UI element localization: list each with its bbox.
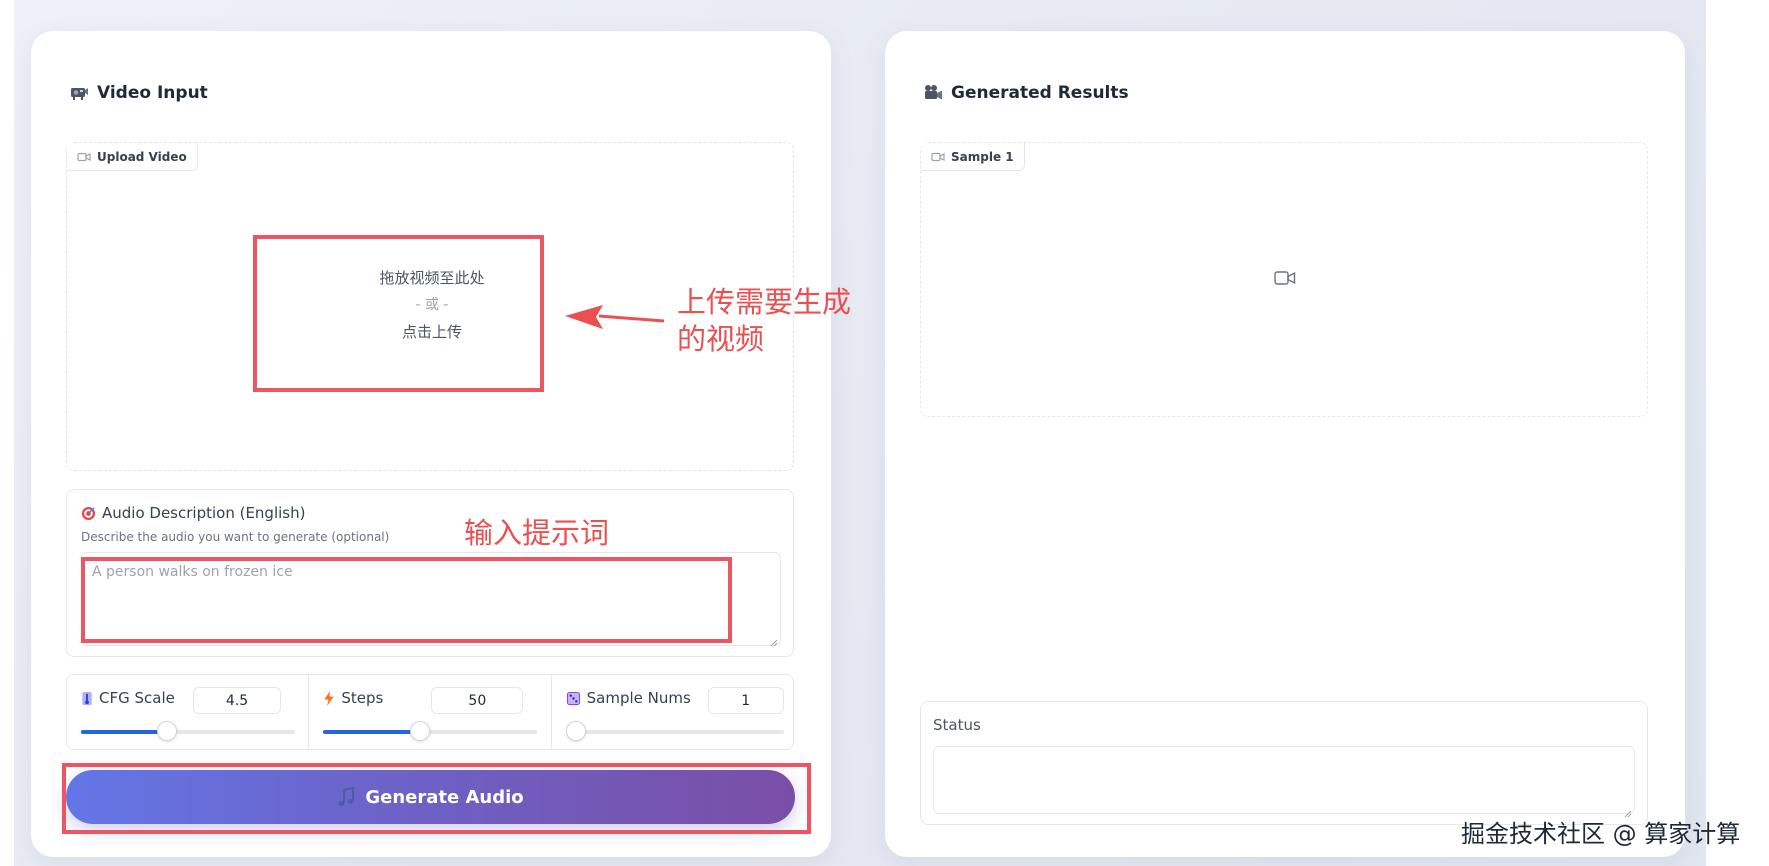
upload-video-label-text: Upload Video [97,149,187,164]
sample-nums-slider-thumb[interactable] [565,721,586,741]
video-camera-icon [931,151,945,163]
audio-description-label-text: Audio Description (English) [102,504,306,522]
dice-icon [566,691,581,706]
steps-control: Steps 50 [309,675,552,749]
upload-annotation-line-1: 上传需要生成 [677,285,852,319]
upload-annotation-line-2: 的视频 [677,322,765,356]
video-input-title: Video Input [69,83,208,103]
thermometer-icon [81,691,93,706]
steps-label-text: Steps [341,689,384,707]
resize-handle-icon[interactable] [770,635,778,647]
resize-handle-icon[interactable] [1624,803,1632,818]
generated-results-panel: Generated Results Sample 1 Status [885,31,1685,857]
target-icon [81,506,96,521]
steps-slider-fill [323,730,420,734]
cfg-scale-slider-fill [81,730,167,734]
audio-description-label: Audio Description (English) [81,504,305,522]
sample-nums-slider[interactable] [565,721,784,741]
cfg-scale-control: CFG Scale 4.5 [67,675,310,749]
upload-video-label: Upload Video [67,143,198,171]
status-block: Status [920,701,1648,825]
upload-annotation: 上传需要生成 的视频 [677,284,851,358]
cfg-scale-input[interactable]: 4.5 [193,687,281,714]
sample-label: Sample 1 [921,143,1025,171]
cfg-scale-slider-thumb[interactable] [156,721,177,741]
sample-nums-label-text: Sample Nums [586,689,691,707]
upload-highlight-box [253,235,544,392]
status-label: Status [933,716,981,734]
steps-slider[interactable] [323,721,538,741]
projector-icon [69,83,89,103]
cfg-scale-label-text: CFG Scale [99,689,175,707]
prompt-highlight-box [81,557,732,643]
prompt-annotation: 输入提示词 [464,516,610,550]
steps-label: Steps [323,689,383,707]
sample-nums-input[interactable]: 1 [707,687,784,714]
sample-video-player: Sample 1 [920,142,1648,417]
generated-results-title: Generated Results [923,83,1129,103]
arrow-left-icon [565,305,665,329]
sample-nums-label: Sample Nums [566,689,691,707]
movie-camera-icon [923,84,943,102]
video-camera-icon [77,151,91,163]
steps-input[interactable]: 50 [431,687,524,714]
sample-label-text: Sample 1 [951,149,1014,164]
cfg-scale-slider[interactable] [81,721,295,741]
video-input-panel: Video Input Upload Video 拖放视频至此处 - 或 - 点… [31,31,831,857]
cfg-scale-label: CFG Scale [81,689,175,707]
sample-nums-control: Sample Nums 1 [552,675,793,749]
video-placeholder-icon [1274,270,1296,290]
generate-highlight-box [62,763,811,834]
lightning-icon [323,690,335,706]
audio-description-info: Describe the audio you want to generate … [81,530,390,544]
parameters-row: CFG Scale 4.5 Steps 50 Sample Nums 1 [66,674,794,750]
video-input-title-text: Video Input [97,83,208,103]
steps-slider-thumb[interactable] [409,721,430,741]
status-output[interactable] [933,746,1635,818]
watermark: 掘金技术社区 @ 算家计算 [1461,820,1741,848]
generated-results-title-text: Generated Results [951,83,1129,103]
